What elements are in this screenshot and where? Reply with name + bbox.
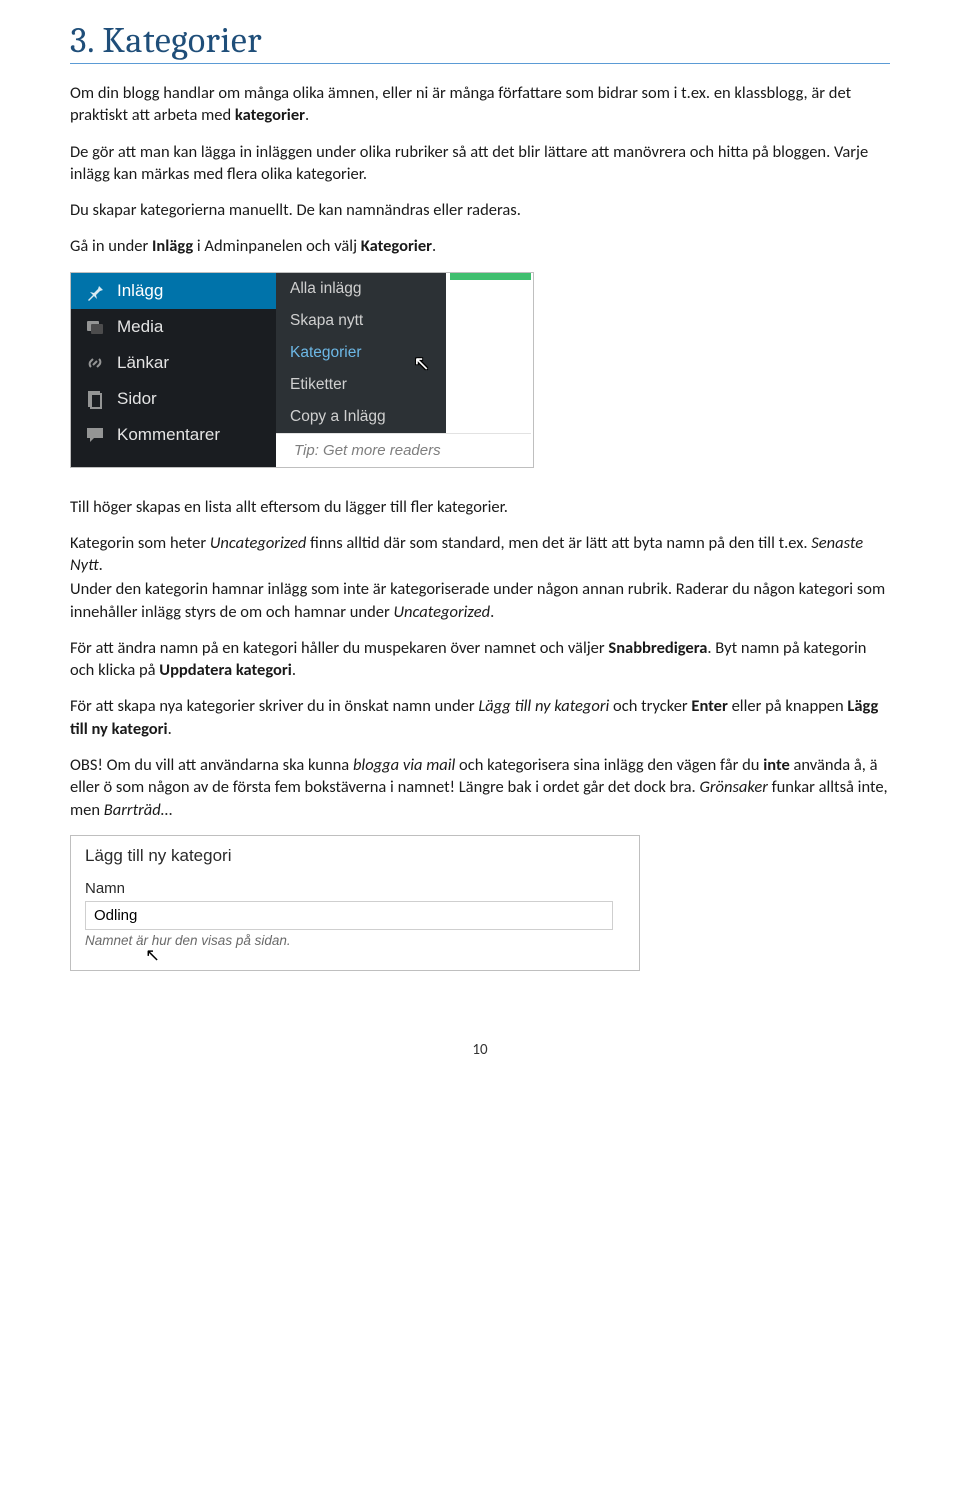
wp-sidebar-item-kommentarer[interactable]: Kommentarer <box>71 417 276 453</box>
wp-tip-text: Tip: Get more readers <box>276 433 531 467</box>
text: För att skapa nya kategorier skriver du … <box>70 696 478 716</box>
paragraph-6: Kategorin som heter Uncategorized finns … <box>70 532 890 577</box>
text-italic: blogga via mail <box>353 755 455 775</box>
text: Om din blogg handlar om många olika ämne… <box>70 83 851 125</box>
mouse-cursor-icon: ↖ <box>413 351 430 376</box>
paragraph-9: För att skapa nya kategorier skriver du … <box>70 695 890 740</box>
wp-submenu: Alla inlägg Skapa nytt Kategorier Etiket… <box>276 273 446 433</box>
text-bold: Enter <box>691 696 727 716</box>
form-name-label: Namn <box>85 880 625 897</box>
wp-submenu-item[interactable]: Skapa nytt <box>276 305 446 337</box>
paragraph-4: Gå in under Inlägg i Adminpanelen och vä… <box>70 235 890 257</box>
wp-sidebar-item-sidor[interactable]: Sidor <box>71 381 276 417</box>
paragraph-7: Under den kategorin hamnar inlägg som in… <box>70 578 890 623</box>
text-bold: kategorier <box>235 105 305 125</box>
page-icon <box>85 389 105 409</box>
text-bold: Snabbredigera <box>608 638 707 658</box>
form-help-text: Namnet är hur den visas på sidan. <box>85 933 625 948</box>
text: i Adminpanelen och välj <box>193 236 361 256</box>
heading-rule <box>70 63 890 64</box>
text: . <box>490 602 494 622</box>
text-bold: Uppdatera kategori <box>159 660 292 680</box>
text-bold: inte <box>763 755 790 775</box>
wp-sidebar-label: Länkar <box>117 353 169 373</box>
wp-sidebar-label: Kommentarer <box>117 425 220 445</box>
add-category-form-screenshot: Lägg till ny kategori Namn Namnet är hur… <box>70 835 640 971</box>
wp-sidebar-label: Media <box>117 317 163 337</box>
text: . <box>168 719 172 739</box>
media-icon <box>85 317 105 337</box>
text: och trycker <box>609 696 691 716</box>
text: . <box>292 660 296 680</box>
wp-sidebar-label: Inlägg <box>117 281 163 301</box>
link-icon <box>85 353 105 373</box>
paragraph-10: OBS! Om du vill att användarna ska kunna… <box>70 754 890 821</box>
wp-sidebar: Inlägg Media Länkar <box>71 273 276 467</box>
text: Gå in under <box>70 236 152 256</box>
wp-sidebar-item-lankar[interactable]: Länkar <box>71 345 276 381</box>
text: och kategorisera sina inlägg den vägen f… <box>455 755 763 775</box>
paragraph-5: Till höger skapas en lista allt eftersom… <box>70 496 890 518</box>
text-italic: Lägg till ny kategori <box>478 696 609 716</box>
text: finns alltid där som standard, men det ä… <box>306 533 811 553</box>
wp-admin-screenshot: Inlägg Media Länkar <box>70 272 534 468</box>
wp-progress-bar <box>450 273 531 280</box>
text: eller på knappen <box>728 696 848 716</box>
text-italic: Barrträd <box>104 800 161 820</box>
text-italic: Grönsaker <box>699 777 767 797</box>
text-italic: Uncategorized <box>210 533 307 553</box>
wp-sidebar-item-inlagg[interactable]: Inlägg <box>71 273 276 309</box>
wp-content-area <box>446 273 531 433</box>
text: . <box>432 236 436 256</box>
text-bold: Inlägg <box>152 236 193 256</box>
text: . <box>99 555 103 575</box>
wp-submenu-item[interactable]: Copy a Inlägg <box>276 401 446 433</box>
paragraph-2: De gör att man kan lägga in inläggen und… <box>70 141 890 186</box>
mouse-cursor-icon: ↖ <box>145 945 160 966</box>
text-bold: Kategorier <box>361 236 432 256</box>
text: … <box>161 800 172 820</box>
comment-icon <box>85 425 105 445</box>
wp-submenu-item[interactable]: Alla inlägg <box>276 273 446 305</box>
paragraph-3: Du skapar kategorierna manuellt. De kan … <box>70 199 890 221</box>
paragraph-1: Om din blogg handlar om många olika ämne… <box>70 82 890 127</box>
text: OBS! Om du vill att användarna ska kunna <box>70 755 353 775</box>
page-number: 10 <box>70 1041 890 1059</box>
text: Kategorin som heter <box>70 533 210 553</box>
wp-sidebar-label: Sidor <box>117 389 157 409</box>
text: För att ändra namn på en kategori håller… <box>70 638 608 658</box>
category-name-input[interactable] <box>85 901 613 930</box>
wp-sidebar-item-media[interactable]: Media <box>71 309 276 345</box>
text-italic: Uncategorized <box>393 602 490 622</box>
pin-icon <box>85 281 105 301</box>
section-heading: 3. Kategorier <box>70 20 890 61</box>
paragraph-8: För att ändra namn på en kategori håller… <box>70 637 890 682</box>
form-title: Lägg till ny kategori <box>85 846 625 866</box>
document-page: 3. Kategorier Om din blogg handlar om må… <box>0 0 960 1089</box>
text: . <box>305 105 309 125</box>
